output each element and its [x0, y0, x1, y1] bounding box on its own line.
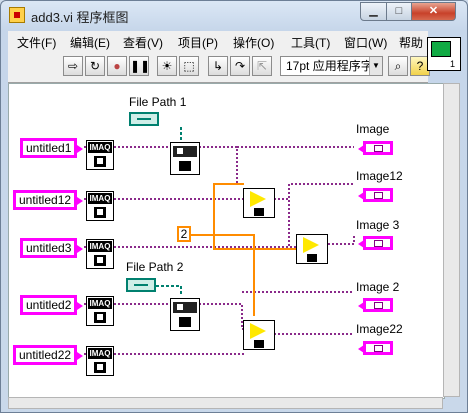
- imaq-node-2[interactable]: IMAQ: [86, 191, 114, 221]
- image-indicator-12[interactable]: [358, 188, 393, 202]
- toolbar: ⇨ ↻ ● ❚❚ ☀ ⬚ ↳ ↷ ⇱ 17pt 应用程序字 ▼ ⌕ ?: [8, 51, 430, 83]
- imaq-node-4[interactable]: IMAQ: [86, 296, 114, 326]
- abort-icon[interactable]: ●: [107, 56, 127, 76]
- font-dropdown-value: 17pt 应用程序字: [286, 59, 373, 73]
- imaq-node-5[interactable]: IMAQ: [86, 346, 114, 376]
- wire-image-1c: [199, 146, 244, 185]
- image-control-untitled3[interactable]: untitled3: [20, 238, 84, 258]
- menu-project[interactable]: 项目(P): [178, 34, 218, 51]
- image-indicator-1[interactable]: [358, 141, 393, 155]
- block-diagram[interactable]: untitled1 untitled12 untitled3 untitled2…: [8, 83, 445, 399]
- labview-window: add3.vi 程序框图 ▁ □ ✕ 文件(F) 编辑(E) 查看(V) 项目(…: [0, 0, 468, 413]
- menu-tools[interactable]: 工具(T): [291, 34, 330, 51]
- run-arrow-icon[interactable]: ⇨: [63, 56, 83, 76]
- menu-help[interactable]: 帮助: [399, 34, 423, 51]
- write-file-node-2[interactable]: [170, 298, 200, 331]
- indicator-label-image22: Image22: [356, 322, 403, 336]
- menu-edit[interactable]: 编辑(E): [70, 34, 110, 51]
- labview-app-icon: [9, 7, 25, 23]
- title-bar: add3.vi 程序框图 ▁ □ ✕: [1, 1, 467, 29]
- image-control-untitled2[interactable]: untitled2: [20, 295, 84, 315]
- vision-function-node-3[interactable]: [243, 320, 275, 350]
- highlight-execution-icon[interactable]: ☀: [157, 56, 177, 76]
- indicator-label-image: Image: [356, 122, 390, 136]
- image-control-untitled22[interactable]: untitled22: [13, 345, 84, 365]
- menu-window[interactable]: 窗口(W): [344, 34, 387, 51]
- imaq-node-3[interactable]: IMAQ: [86, 239, 114, 269]
- step-over-icon[interactable]: ↷: [230, 56, 250, 76]
- chevron-down-icon: ▼: [369, 57, 382, 75]
- menu-operate[interactable]: 操作(O): [233, 34, 274, 51]
- file-path-1-control[interactable]: [129, 112, 159, 126]
- vi-screen-icon: [431, 41, 451, 57]
- menu-bar: 文件(F) 编辑(E) 查看(V) 项目(P) 操作(O) 工具(T) 窗口(W…: [8, 31, 428, 51]
- step-into-icon[interactable]: ↳: [208, 56, 228, 76]
- image-indicator-22[interactable]: [358, 341, 393, 355]
- retain-wire-values-icon[interactable]: ⬚: [179, 56, 199, 76]
- vision-function-node-2[interactable]: [296, 234, 328, 264]
- vision-function-node-1[interactable]: [243, 188, 275, 218]
- menu-file[interactable]: 文件(F): [17, 34, 56, 51]
- file-path-2-label: File Path 2: [126, 260, 184, 274]
- step-out-icon[interactable]: ⇱: [252, 56, 272, 76]
- image-control-untitled12[interactable]: untitled12: [13, 190, 84, 210]
- run-continuously-icon[interactable]: ↻: [85, 56, 105, 76]
- image-indicator-3[interactable]: [358, 236, 393, 250]
- write-file-node-1[interactable]: [170, 142, 200, 175]
- wire-constant-a: [190, 183, 244, 236]
- maximize-button[interactable]: □: [386, 2, 412, 21]
- imaq-node-1[interactable]: IMAQ: [86, 140, 114, 170]
- vi-icon[interactable]: 1: [427, 37, 461, 71]
- pause-icon[interactable]: ❚❚: [129, 56, 150, 76]
- vi-icon-number: 1: [450, 59, 456, 69]
- menu-view[interactable]: 查看(V): [123, 34, 163, 51]
- wire-file-path-2: [156, 285, 182, 296]
- search-icon[interactable]: ⌕: [388, 56, 408, 76]
- vertical-scrollbar[interactable]: [443, 83, 460, 397]
- file-path-1-label: File Path 1: [129, 95, 187, 109]
- file-path-2-control[interactable]: [126, 278, 156, 292]
- window-title: add3.vi 程序框图: [31, 10, 129, 25]
- indicator-label-image12: Image12: [356, 169, 403, 183]
- image-indicator-2[interactable]: [358, 298, 393, 312]
- close-button[interactable]: ✕: [411, 2, 456, 21]
- image-control-untitled1[interactable]: untitled1: [20, 138, 84, 158]
- minimize-button[interactable]: ▁: [360, 2, 387, 21]
- numeric-constant[interactable]: 2: [177, 226, 191, 242]
- font-dropdown[interactable]: 17pt 应用程序字 ▼: [280, 56, 383, 76]
- indicator-label-image3: Image 3: [356, 218, 400, 232]
- horizontal-scrollbar[interactable]: [8, 397, 443, 409]
- indicator-label-image2: Image 2: [356, 280, 400, 294]
